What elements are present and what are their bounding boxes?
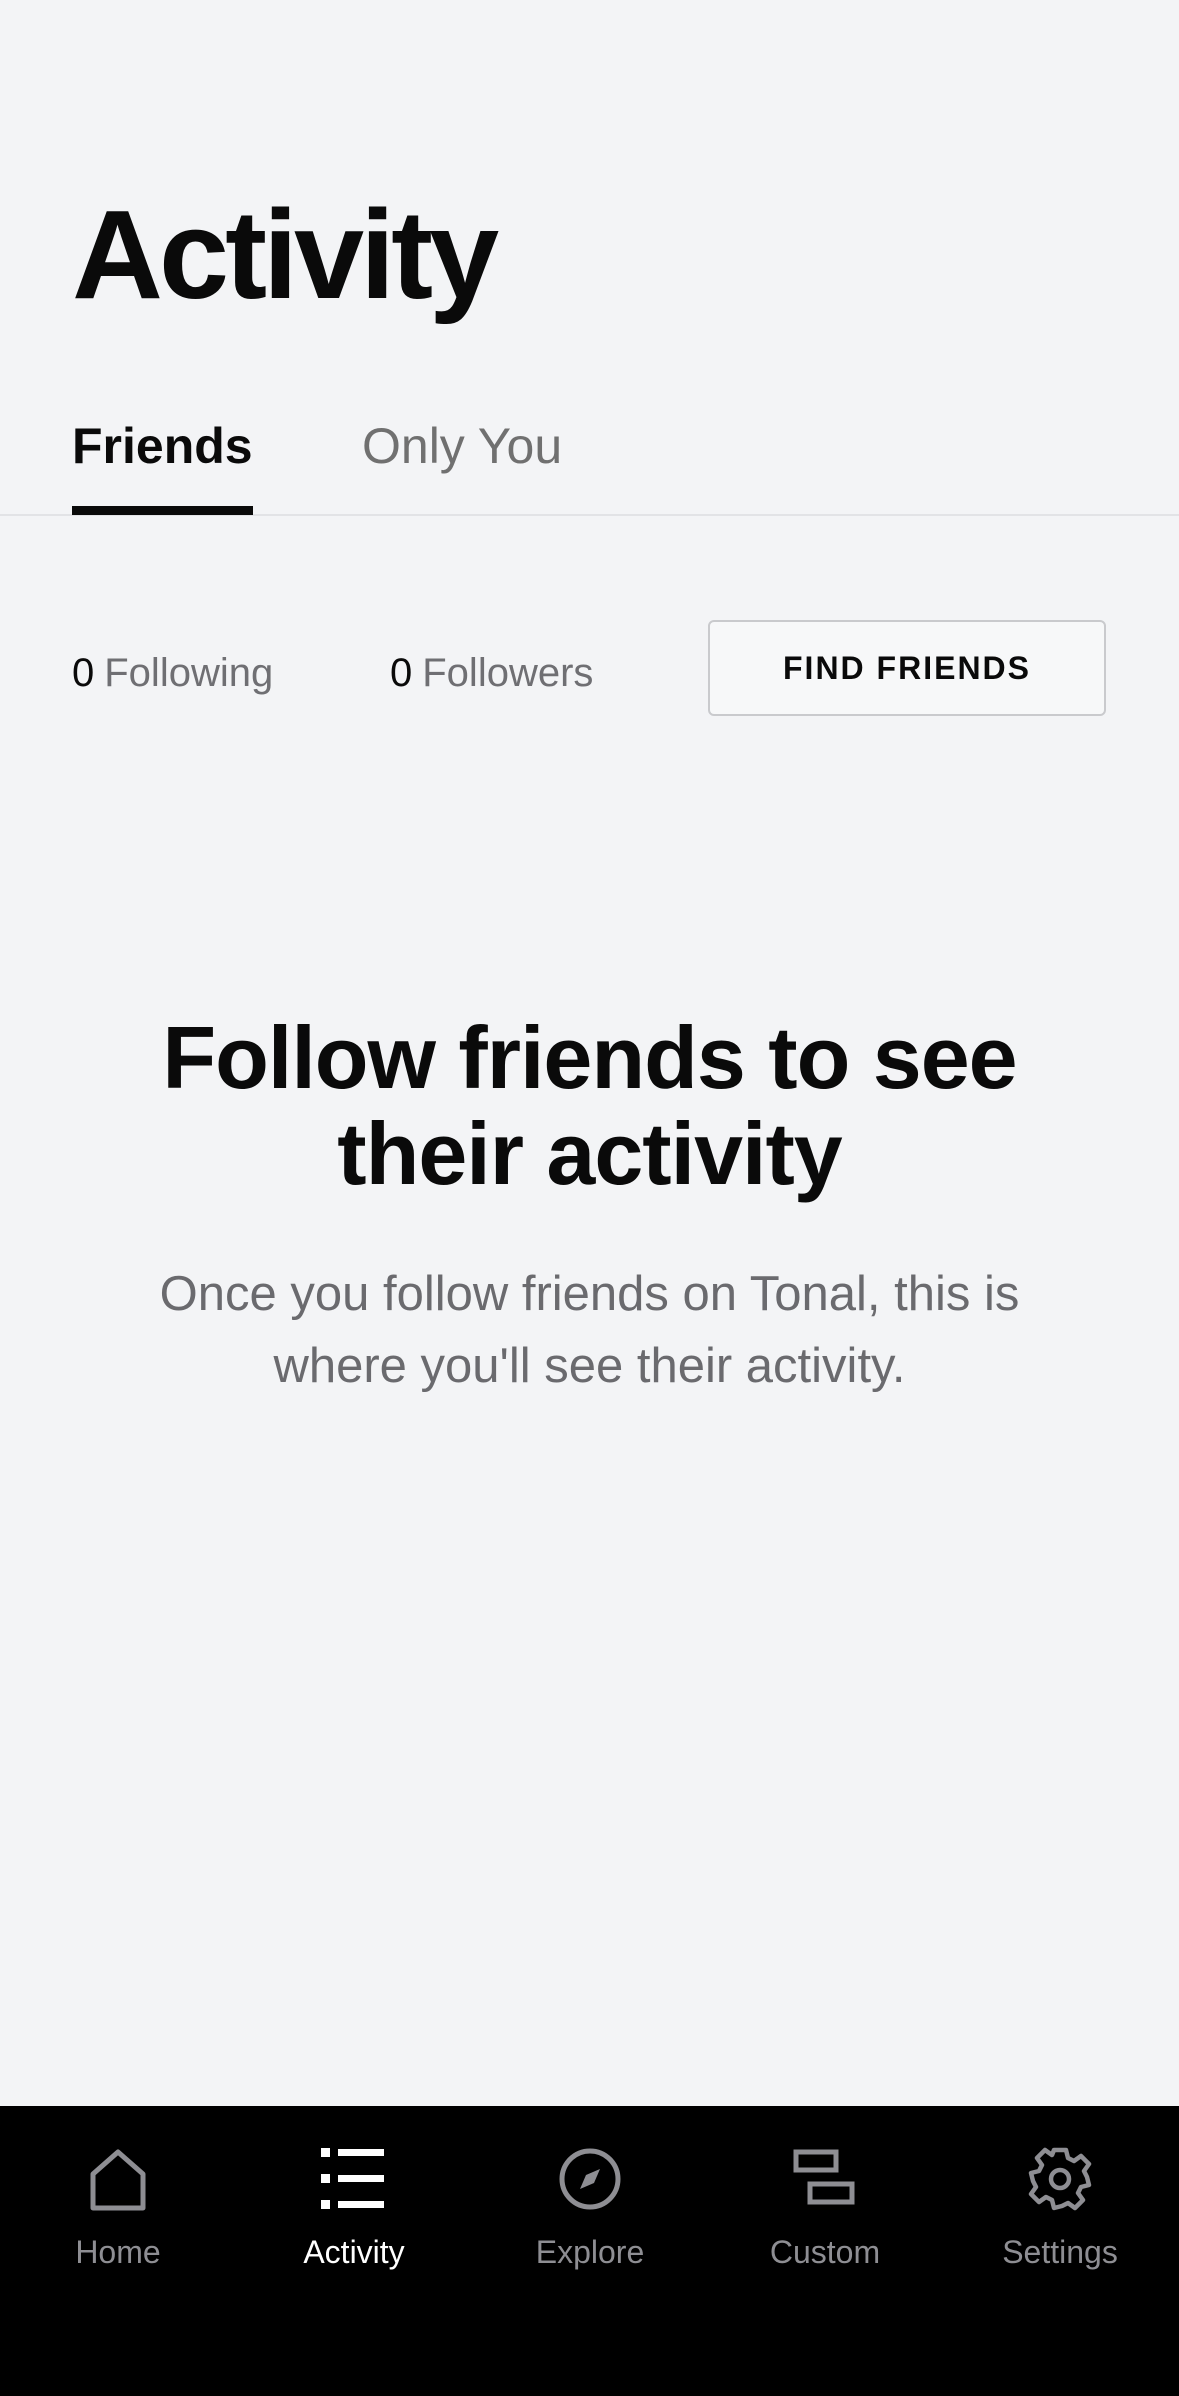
tab-only-you[interactable]: Only You xyxy=(362,414,562,478)
nav-explore-label: Explore xyxy=(535,2234,645,2270)
nav-explore[interactable]: Explore xyxy=(480,2144,700,2294)
nav-activity[interactable]: Activity xyxy=(244,2144,464,2294)
nav-settings[interactable]: Settings xyxy=(950,2144,1170,2294)
tab-friends-label: Friends xyxy=(72,418,253,474)
followers-count: 0 xyxy=(390,651,413,695)
home-icon xyxy=(90,2149,146,2211)
following-label: Following xyxy=(104,651,274,695)
nav-settings-label: Settings xyxy=(1002,2234,1118,2270)
tab-friends[interactable]: Friends xyxy=(72,414,253,515)
page-title: Activity xyxy=(72,184,499,325)
nav-custom[interactable]: Custom xyxy=(715,2144,935,2294)
bottom-tab-bar: Home Activity Explore Custom Settings xyxy=(0,2106,1179,2396)
nav-activity-label: Activity xyxy=(303,2234,405,2270)
followers-stat[interactable]: 0 Followers xyxy=(390,650,593,696)
empty-state-body: Once you follow friends on Tonal, this i… xyxy=(159,1267,1020,1393)
tab-selected-indicator xyxy=(72,506,253,515)
nav-custom-label: Custom xyxy=(769,2234,881,2270)
following-count: 0 xyxy=(72,651,95,695)
tab-only-you-label: Only You xyxy=(362,418,563,474)
follow-stats-row: 0 Following 0 Followers FIND FRIENDS xyxy=(0,620,1179,724)
gear-icon xyxy=(1028,2147,1092,2211)
nav-home[interactable]: Home xyxy=(8,2144,228,2294)
custom-blocks-icon xyxy=(793,2149,855,2205)
find-friends-button[interactable]: FIND FRIENDS xyxy=(708,620,1106,716)
nav-home-label: Home xyxy=(75,2234,161,2270)
compass-icon xyxy=(559,2148,621,2210)
list-icon xyxy=(321,2148,384,2209)
following-stat[interactable]: 0 Following xyxy=(72,650,273,696)
activity-tabs: Friends Only You xyxy=(0,400,1179,516)
empty-state-title: Follow friends to see their activity xyxy=(162,1008,1017,1203)
followers-label: Followers xyxy=(422,651,594,695)
